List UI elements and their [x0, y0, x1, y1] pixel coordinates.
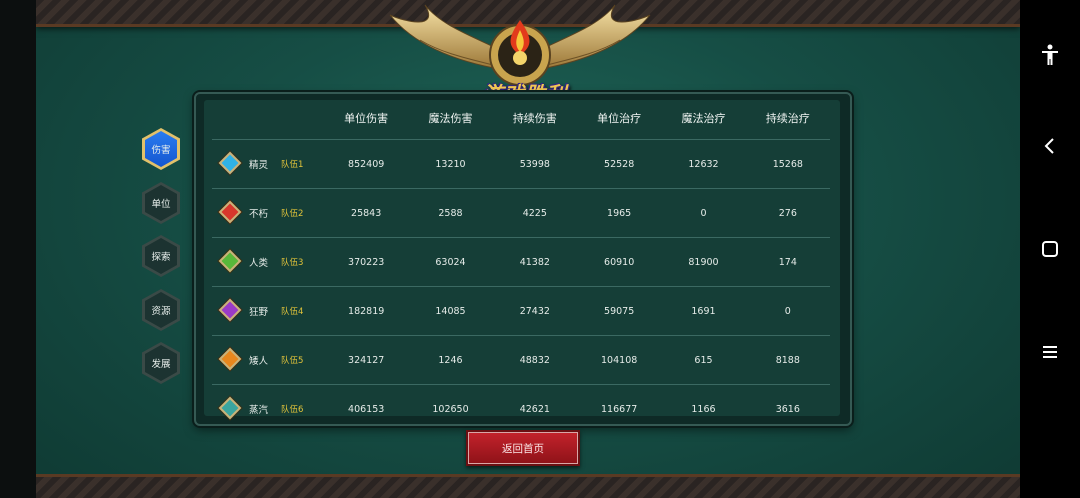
stat-value: 25843 [324, 188, 409, 238]
tab-label: 伤害 [145, 131, 177, 167]
stat-value: 14085 [408, 286, 493, 336]
column-header: 魔法伤害 [408, 97, 493, 140]
race-gem-icon [218, 298, 242, 321]
race-name: 蒸汽 [249, 405, 269, 416]
header-icon-spacer [212, 97, 248, 140]
stat-value: 182819 [324, 286, 409, 336]
race-gem-icon [218, 396, 242, 419]
column-header: 单位伤害 [324, 97, 409, 140]
race-name: 矮人 [248, 335, 280, 385]
accessibility-icon[interactable] [1035, 40, 1065, 70]
tab-label: 发展 [145, 345, 177, 381]
race-name: 人类 [248, 237, 280, 287]
left-bezel [0, 0, 36, 498]
column-header: 持续治疗 [745, 97, 830, 140]
stats-table: 单位伤害 魔法伤害 持续伤害 单位治疗 魔法治疗 持续治疗 精灵 队伍1 85240… [212, 97, 830, 433]
menu-icon[interactable] [1035, 337, 1065, 367]
stat-value: 1965 [576, 188, 662, 238]
stat-value: 59075 [576, 286, 662, 336]
stat-value: 53998 [492, 139, 577, 189]
stat-value: 116677 [601, 403, 638, 415]
race-gem-cell [212, 139, 248, 189]
race-gem-cell [212, 286, 248, 336]
team-label: 队伍4 [280, 286, 324, 336]
stat-value: 174 [745, 237, 830, 287]
race-name: 不朽 [248, 188, 280, 238]
stat-value: 27432 [492, 286, 577, 336]
race-gem-cell [212, 385, 248, 434]
stat-value: 1166 [691, 403, 716, 415]
stat-value: 406153 [348, 403, 385, 415]
table-row: 精灵 队伍1 852409 13210 53998 52528 12632 15268 [212, 139, 830, 189]
stat-value: 104108 [576, 335, 662, 385]
stat-value: 15268 [745, 139, 830, 189]
stat-value: 48832 [492, 335, 577, 385]
stat-value: 60910 [576, 237, 662, 287]
stat-value: 81900 [661, 237, 746, 287]
stat-value: 8188 [745, 335, 830, 385]
system-nav-bar [1020, 0, 1080, 498]
stat-value: 0 [745, 286, 830, 336]
stat-value: 370223 [324, 237, 409, 287]
race-gem-icon [218, 347, 242, 370]
stat-value: 2588 [408, 188, 493, 238]
stat-value: 102650 [432, 403, 469, 415]
table-row: 人类 队伍3 370223 63024 41382 60910 81900 174 [212, 237, 830, 287]
stat-value: 42621 [519, 403, 550, 415]
home-icon[interactable] [1035, 234, 1065, 264]
stat-value: 1246 [408, 335, 493, 385]
bottom-frame [36, 474, 1020, 498]
team-label: 队伍2 [280, 188, 324, 238]
race-name: 狂野 [248, 286, 280, 336]
table-row: 狂野 队伍4 182819 14085 27432 59075 1691 0 [212, 286, 830, 336]
stat-value: 276 [745, 188, 830, 238]
team-label: 队伍6 [281, 405, 304, 415]
race-gem-cell [212, 188, 248, 238]
header-team-spacer [280, 97, 324, 140]
header-race-spacer [248, 97, 280, 140]
stat-value: 615 [661, 335, 746, 385]
column-header: 单位治疗 [576, 97, 662, 140]
stat-value: 12632 [661, 139, 746, 189]
column-header: 魔法治疗 [661, 97, 746, 140]
team-label: 队伍5 [280, 335, 324, 385]
race-gem-icon [218, 151, 242, 174]
team-label: 队伍3 [280, 237, 324, 287]
table-row: 不朽 队伍2 25843 2588 4225 1965 0 276 [212, 188, 830, 238]
stat-value: 852409 [324, 139, 409, 189]
tab-label: 资源 [145, 292, 177, 328]
stat-value: 1691 [661, 286, 746, 336]
table-row: 矮人 队伍5 324127 1246 48832 104108 615 8188 [212, 335, 830, 385]
stat-value: 0 [661, 188, 746, 238]
race-gem-icon [218, 200, 242, 223]
race-gem-icon [218, 249, 242, 272]
table-row: 蒸汽 队伍6 406153 102650 42621 116677 1166 3616 [212, 385, 830, 434]
race-gem-cell [212, 335, 248, 385]
stat-value: 52528 [576, 139, 662, 189]
tab-label: 单位 [145, 185, 177, 221]
table-header-row: 单位伤害 魔法伤害 持续伤害 单位治疗 魔法治疗 持续治疗 [212, 97, 830, 140]
team-label: 队伍1 [280, 139, 324, 189]
race-name: 精灵 [248, 139, 280, 189]
stat-value: 41382 [492, 237, 577, 287]
stat-value: 3616 [775, 403, 800, 415]
stat-value: 13210 [408, 139, 493, 189]
back-icon[interactable] [1035, 131, 1065, 161]
tab-label: 探索 [145, 238, 177, 274]
stat-value: 4225 [492, 188, 577, 238]
return-home-button[interactable]: 返回首页 [466, 430, 580, 466]
stat-value: 63024 [408, 237, 493, 287]
column-header: 持续伤害 [492, 97, 577, 140]
race-gem-cell [212, 237, 248, 287]
stat-value: 324127 [324, 335, 409, 385]
